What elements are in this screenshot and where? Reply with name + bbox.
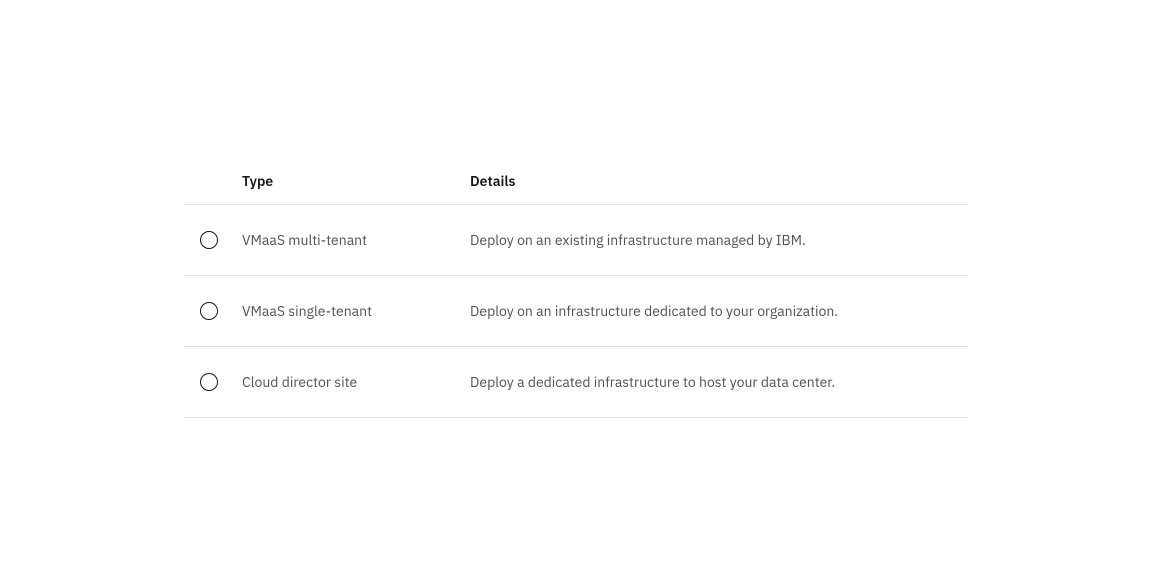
table-row[interactable]: Cloud director site Deploy a dedicated i… <box>184 347 968 418</box>
table-header-row: Type Details <box>184 158 968 205</box>
radio-cell <box>200 231 242 249</box>
column-header-details: Details <box>470 172 952 190</box>
radio-button-icon[interactable] <box>200 373 218 391</box>
radio-button-icon[interactable] <box>200 302 218 320</box>
type-cell: VMaaS multi-tenant <box>242 231 470 249</box>
radio-button-icon[interactable] <box>200 231 218 249</box>
column-header-type: Type <box>242 172 470 190</box>
radio-cell <box>200 302 242 320</box>
details-cell: Deploy on an existing infrastructure man… <box>470 231 952 249</box>
deployment-type-table: Type Details VMaaS multi-tenant Deploy o… <box>184 158 968 418</box>
type-cell: Cloud director site <box>242 373 470 391</box>
table-row[interactable]: VMaaS multi-tenant Deploy on an existing… <box>184 205 968 276</box>
table-row[interactable]: VMaaS single-tenant Deploy on an infrast… <box>184 276 968 347</box>
details-cell: Deploy a dedicated infrastructure to hos… <box>470 373 952 391</box>
details-cell: Deploy on an infrastructure dedicated to… <box>470 302 952 320</box>
radio-cell <box>200 373 242 391</box>
type-cell: VMaaS single-tenant <box>242 302 470 320</box>
